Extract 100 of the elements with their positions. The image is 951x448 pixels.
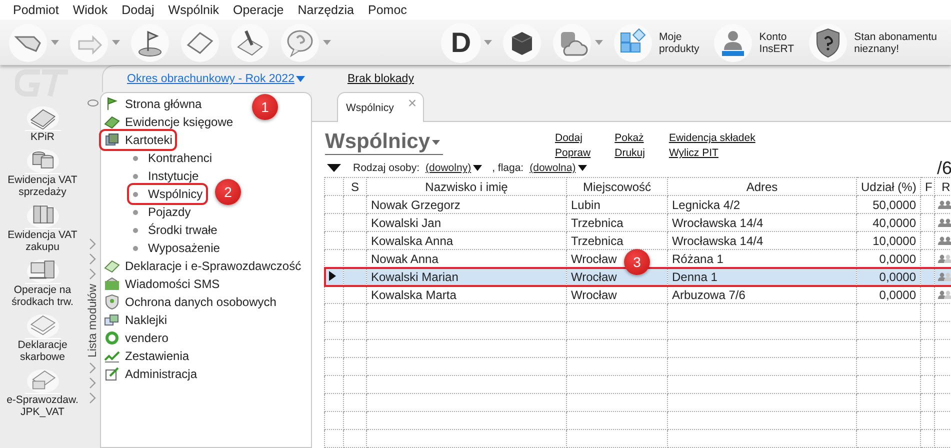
column-header[interactable]: S	[344, 178, 366, 196]
menu-item[interactable]: Narzędzia	[290, 3, 361, 17]
envelope-icon	[104, 276, 120, 292]
person-type-dropdown[interactable]: (dowolny)	[426, 162, 482, 174]
caret-icon	[578, 165, 587, 171]
logo-icon	[14, 69, 70, 99]
flag-dropdown[interactable]: (dowolna)	[530, 162, 587, 174]
period-link[interactable]: Okres obrachunkowy - Rok 2022	[127, 73, 306, 85]
caret-icon	[432, 140, 440, 144]
subscription-button[interactable]: Stan abonamentu nieznany!	[808, 22, 938, 62]
caret-icon	[473, 165, 482, 171]
table-row[interactable]: Nowak Grzegorz Lubin Legnicka 4/2 50,0000	[324, 196, 951, 214]
caret-icon	[484, 40, 492, 45]
bullet-icon	[133, 246, 138, 250]
module-button[interactable]: Operacje na środkach trw.	[0, 256, 85, 308]
table-row[interactable]: Kowalska Marta Wrocław Arbuzowa 7/6 0,0000	[324, 286, 951, 304]
pencil-icon	[104, 366, 120, 382]
menu-item[interactable]: Widok	[66, 3, 115, 17]
chevron-icon[interactable]	[88, 253, 96, 265]
module-list-label[interactable]: Lista modułów	[86, 284, 98, 358]
action-link[interactable]: Ewidencja składek	[668, 132, 756, 144]
tree-item[interactable]: Kartoteki	[101, 131, 176, 149]
table-cell: Kowalski Marian	[366, 268, 566, 286]
expand-icon[interactable]	[327, 164, 341, 172]
table-cell: Denna 1	[668, 268, 856, 286]
menu-item[interactable]: Dodaj	[114, 3, 162, 17]
column-header[interactable]: R	[934, 178, 951, 196]
row-pointer-icon	[329, 270, 336, 280]
d-button[interactable]: D	[441, 22, 481, 62]
module-button[interactable]: Ewidencja VAT zakupu	[0, 201, 85, 253]
tree-item[interactable]: vendero	[101, 329, 172, 347]
menu-item[interactable]: Wspólnik	[161, 3, 226, 17]
bullet-icon	[133, 228, 138, 232]
tree-item[interactable]: Wiadomości SMS	[101, 275, 223, 293]
action-link[interactable]: Pokaż	[614, 132, 644, 144]
table-cell: Wrocław	[566, 268, 668, 286]
table-cell: Wrocławska 14/4	[668, 214, 856, 232]
table-cell: 50,0000	[856, 196, 920, 214]
table-cell: Lubin	[566, 196, 668, 214]
caret-icon	[296, 76, 306, 82]
table-row[interactable]: Kowalski Marian Wrocław Denna 1 0,0000	[324, 268, 951, 286]
tree-item[interactable]: Środki trwałe	[129, 221, 220, 239]
tree-item[interactable]: Wyposażenie	[129, 239, 223, 257]
chevron-icon[interactable]	[88, 238, 96, 250]
tree-item[interactable]: Pojazdy	[129, 203, 194, 221]
filter-label: , flaga:	[492, 162, 524, 174]
tree-item[interactable]: Wspólnicy	[129, 185, 206, 203]
chevron-icon[interactable]	[88, 392, 96, 404]
table-cell: Kowalski Jan	[366, 214, 566, 232]
chevron-icon[interactable]	[88, 362, 96, 374]
tree-item[interactable]: Strona główna	[101, 95, 205, 113]
tree-item[interactable]: Ochrona danych osobowych	[101, 293, 280, 311]
folders-icon	[104, 132, 120, 148]
bullet-icon	[133, 210, 138, 214]
caret-icon	[323, 40, 331, 45]
table-cell: Legnicka 4/2	[668, 196, 856, 214]
action-link[interactable]: Popraw	[555, 147, 591, 159]
table-row[interactable]: Kowalska Anna Trzebnica Wrocławska 14/4 10,0000	[324, 232, 951, 250]
tags-icon	[104, 312, 120, 328]
tab[interactable]: Wspólnicy ×	[337, 92, 424, 122]
products-button[interactable]: Moje produkty	[613, 22, 700, 62]
menu-item[interactable]: Operacje	[226, 3, 291, 17]
column-header[interactable]: Adres	[668, 178, 856, 196]
module-button[interactable]: Ewidencja VAT sprzedaży	[0, 146, 85, 198]
column-header[interactable]: F	[920, 178, 934, 196]
action-link[interactable]: Dodaj	[555, 132, 582, 144]
table-cell: 40,0000	[856, 214, 920, 232]
module-button[interactable]: e-Sprawozdaw. JPK_VAT	[0, 366, 85, 418]
tree-item[interactable]: Deklaracje i e-Sprawozdawczość	[101, 257, 304, 275]
tree-item[interactable]: Kontrahenci	[129, 149, 216, 167]
tree-item[interactable]: Naklejki	[101, 311, 170, 329]
table-cell: Arbuzowa 7/6	[668, 286, 856, 304]
bullet-icon	[133, 156, 138, 160]
record-count: /6	[936, 158, 951, 178]
tree-item[interactable]: Zestawienia	[101, 347, 192, 365]
table-cell: Wrocław	[566, 286, 668, 304]
chevron-icon[interactable]	[88, 376, 96, 389]
table-cell: Nowak Grzegorz	[366, 196, 566, 214]
action-link[interactable]: Drukuj	[614, 147, 645, 159]
bullet-icon	[133, 174, 138, 178]
module-button[interactable]: Deklaracje skarbowe	[0, 311, 85, 363]
column-header[interactable]: Nazwisko i imię	[366, 178, 566, 196]
module-button[interactable]: KPiR	[0, 103, 85, 143]
table-row[interactable]: Kowalski Jan Trzebnica Wrocławska 14/4 40,0000	[324, 214, 951, 232]
column-header[interactable]: Miejscowość	[566, 178, 668, 196]
shield-icon	[104, 294, 120, 310]
action-link[interactable]: Wylicz PIT	[668, 147, 718, 159]
tree-item[interactable]: Administracja	[101, 365, 200, 383]
table-cell: 0,0000	[856, 268, 920, 286]
chevron-icon[interactable]	[88, 268, 96, 280]
column-header[interactable]: Udział (%)	[856, 178, 920, 196]
menu-item[interactable]: Podmiot	[6, 3, 66, 17]
tree-item[interactable]: Ewidencje księgowe	[101, 113, 236, 131]
table-cell: Kowalska Marta	[366, 286, 566, 304]
account-button[interactable]: Konto InsERT	[713, 22, 794, 62]
lock-status-link[interactable]: Brak blokady	[347, 73, 414, 85]
page-title[interactable]: Wspólnicy	[325, 130, 443, 155]
menu-item[interactable]: Pomoc	[361, 3, 414, 17]
caret-icon	[51, 40, 59, 45]
tree-item[interactable]: Instytucje	[129, 167, 202, 185]
